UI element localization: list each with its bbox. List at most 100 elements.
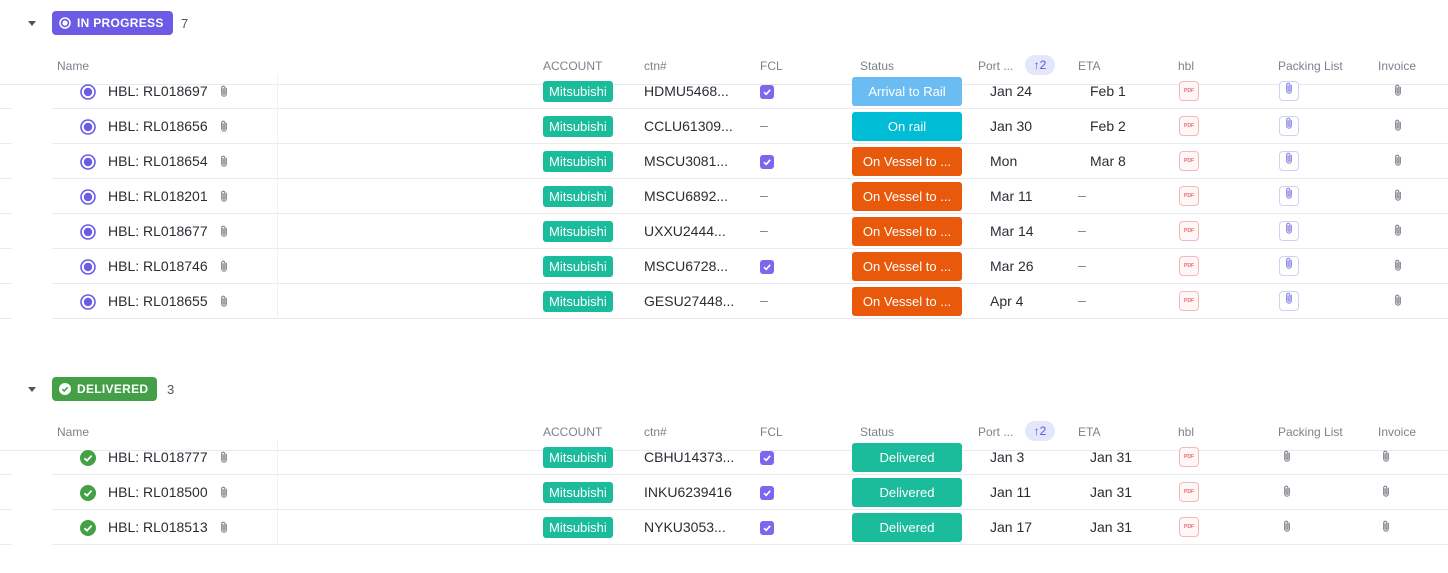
checkbox-checked-icon[interactable] — [760, 155, 774, 169]
in-progress-circle-icon[interactable] — [80, 294, 96, 310]
table-row[interactable]: HBL: RL018746 Mitsubishi MSCU6728... On … — [0, 249, 1448, 284]
column-eta[interactable]: ETA — [1078, 425, 1100, 439]
paperclip-icon[interactable] — [1392, 259, 1406, 273]
fcl-empty[interactable]: – — [760, 187, 768, 203]
column-hbl[interactable]: hbl — [1178, 425, 1194, 439]
port-date[interactable]: Mon — [990, 153, 1017, 169]
column-port[interactable]: Port ... — [978, 425, 1013, 439]
status-chip[interactable]: On Vessel to ... — [852, 147, 962, 176]
column-port[interactable]: Port ... — [978, 59, 1013, 73]
group-status-pill[interactable]: DELIVERED — [52, 377, 158, 401]
eta-date[interactable]: Feb 2 — [1090, 118, 1126, 134]
account-tag[interactable]: Mitsubishi — [543, 116, 613, 137]
account-tag[interactable]: Mitsubishi — [543, 482, 613, 503]
table-row[interactable]: HBL: RL018513 Mitsubishi NYKU3053... Del… — [0, 510, 1448, 545]
status-chip[interactable]: Delivered — [852, 478, 962, 507]
paperclip-icon[interactable] — [218, 190, 230, 203]
paperclip-icon[interactable] — [218, 120, 230, 133]
table-row[interactable]: HBL: RL018677 Mitsubishi UXXU2444... – O… — [0, 214, 1448, 249]
paperclip-icon[interactable] — [218, 260, 230, 273]
column-fcl[interactable]: FCL — [760, 59, 783, 73]
ctn-value[interactable]: MSCU3081... — [644, 153, 728, 169]
paperclip-icon[interactable] — [1380, 520, 1394, 534]
sort-badge[interactable]: ↑2 — [1025, 55, 1055, 75]
eta-date[interactable]: Feb 1 — [1090, 83, 1126, 99]
paperclip-icon[interactable] — [1392, 189, 1406, 203]
column-packing-list[interactable]: Packing List — [1278, 425, 1343, 439]
eta-date[interactable]: Jan 31 — [1090, 519, 1132, 535]
packing-list-attachment[interactable] — [1279, 151, 1299, 171]
task-name[interactable]: HBL: RL018656 — [108, 118, 208, 134]
ctn-value[interactable]: MSCU6892... — [644, 188, 728, 204]
paperclip-icon[interactable] — [218, 85, 230, 98]
port-date[interactable]: Jan 11 — [990, 484, 1031, 500]
column-name[interactable]: Name — [57, 59, 89, 73]
table-row[interactable]: HBL: RL018655 Mitsubishi GESU27448... – … — [0, 284, 1448, 319]
port-date[interactable]: Jan 17 — [990, 519, 1032, 535]
packing-list-attachment[interactable] — [1279, 116, 1299, 136]
paperclip-icon[interactable] — [1392, 294, 1406, 308]
pdf-file-icon[interactable]: PDF — [1179, 482, 1199, 502]
column-account[interactable]: ACCOUNT — [543, 59, 602, 73]
ctn-value[interactable]: CCLU61309... — [644, 118, 733, 134]
paperclip-icon[interactable] — [218, 521, 230, 534]
column-status[interactable]: Status — [860, 425, 894, 439]
table-row[interactable]: HBL: RL018697 Mitsubishi HDMU5468... Arr… — [0, 74, 1448, 109]
pdf-file-icon[interactable]: PDF — [1179, 151, 1199, 171]
port-date[interactable]: Apr 4 — [990, 293, 1023, 309]
column-eta[interactable]: ETA — [1078, 59, 1100, 73]
checkbox-checked-icon[interactable] — [760, 85, 774, 99]
fcl-empty[interactable]: – — [760, 117, 768, 133]
paperclip-icon[interactable] — [1392, 224, 1406, 238]
in-progress-circle-icon[interactable] — [80, 189, 96, 205]
task-name[interactable]: HBL: RL018655 — [108, 293, 208, 309]
pdf-file-icon[interactable]: PDF — [1179, 447, 1199, 467]
task-name[interactable]: HBL: RL018777 — [108, 449, 208, 465]
account-tag[interactable]: Mitsubishi — [543, 447, 613, 468]
in-progress-circle-icon[interactable] — [80, 84, 96, 100]
sort-badge[interactable]: ↑2 — [1025, 421, 1055, 441]
table-row[interactable]: HBL: RL018201 Mitsubishi MSCU6892... – O… — [0, 179, 1448, 214]
caret-down-icon[interactable] — [26, 383, 38, 395]
check-circle-icon[interactable] — [80, 485, 96, 501]
column-invoice[interactable]: Invoice — [1378, 59, 1416, 73]
column-ctn[interactable]: ctn# — [644, 59, 667, 73]
fcl-empty[interactable]: – — [760, 222, 768, 238]
in-progress-circle-icon[interactable] — [80, 154, 96, 170]
port-date[interactable]: Jan 30 — [990, 118, 1032, 134]
port-date[interactable]: Mar 26 — [990, 258, 1034, 274]
account-tag[interactable]: Mitsubishi — [543, 517, 613, 538]
checkbox-checked-icon[interactable] — [760, 260, 774, 274]
eta-date[interactable]: Mar 8 — [1090, 153, 1126, 169]
table-row[interactable]: HBL: RL018654 Mitsubishi MSCU3081... On … — [0, 144, 1448, 179]
paperclip-icon[interactable] — [218, 451, 230, 464]
eta-empty[interactable]: – — [1078, 222, 1086, 238]
paperclip-icon[interactable] — [1392, 119, 1406, 133]
pdf-file-icon[interactable]: PDF — [1179, 186, 1199, 206]
account-tag[interactable]: Mitsubishi — [543, 256, 613, 277]
pdf-file-icon[interactable]: PDF — [1179, 116, 1199, 136]
packing-list-attachment[interactable] — [1279, 186, 1299, 206]
ctn-value[interactable]: HDMU5468... — [644, 83, 729, 99]
in-progress-circle-icon[interactable] — [80, 224, 96, 240]
eta-empty[interactable]: – — [1078, 187, 1086, 203]
status-chip[interactable]: On rail — [852, 112, 962, 141]
task-name[interactable]: HBL: RL018513 — [108, 519, 208, 535]
eta-empty[interactable]: – — [1078, 257, 1086, 273]
column-hbl[interactable]: hbl — [1178, 59, 1194, 73]
account-tag[interactable]: Mitsubishi — [543, 151, 613, 172]
table-row[interactable]: HBL: RL018777 Mitsubishi CBHU14373... De… — [0, 440, 1448, 475]
account-tag[interactable]: Mitsubishi — [543, 291, 613, 312]
checkbox-checked-icon[interactable] — [760, 451, 774, 465]
account-tag[interactable]: Mitsubishi — [543, 81, 613, 102]
table-row[interactable]: HBL: RL018656 Mitsubishi CCLU61309... – … — [0, 109, 1448, 144]
status-chip[interactable]: On Vessel to ... — [852, 182, 962, 211]
paperclip-icon[interactable] — [1380, 485, 1394, 499]
paperclip-icon[interactable] — [1281, 450, 1295, 464]
pdf-file-icon[interactable]: PDF — [1179, 291, 1199, 311]
task-name[interactable]: HBL: RL018677 — [108, 223, 208, 239]
status-chip[interactable]: Arrival to Rail — [852, 77, 962, 106]
port-date[interactable]: Mar 11 — [990, 188, 1033, 204]
packing-list-attachment[interactable] — [1279, 256, 1299, 276]
checkbox-checked-icon[interactable] — [760, 486, 774, 500]
